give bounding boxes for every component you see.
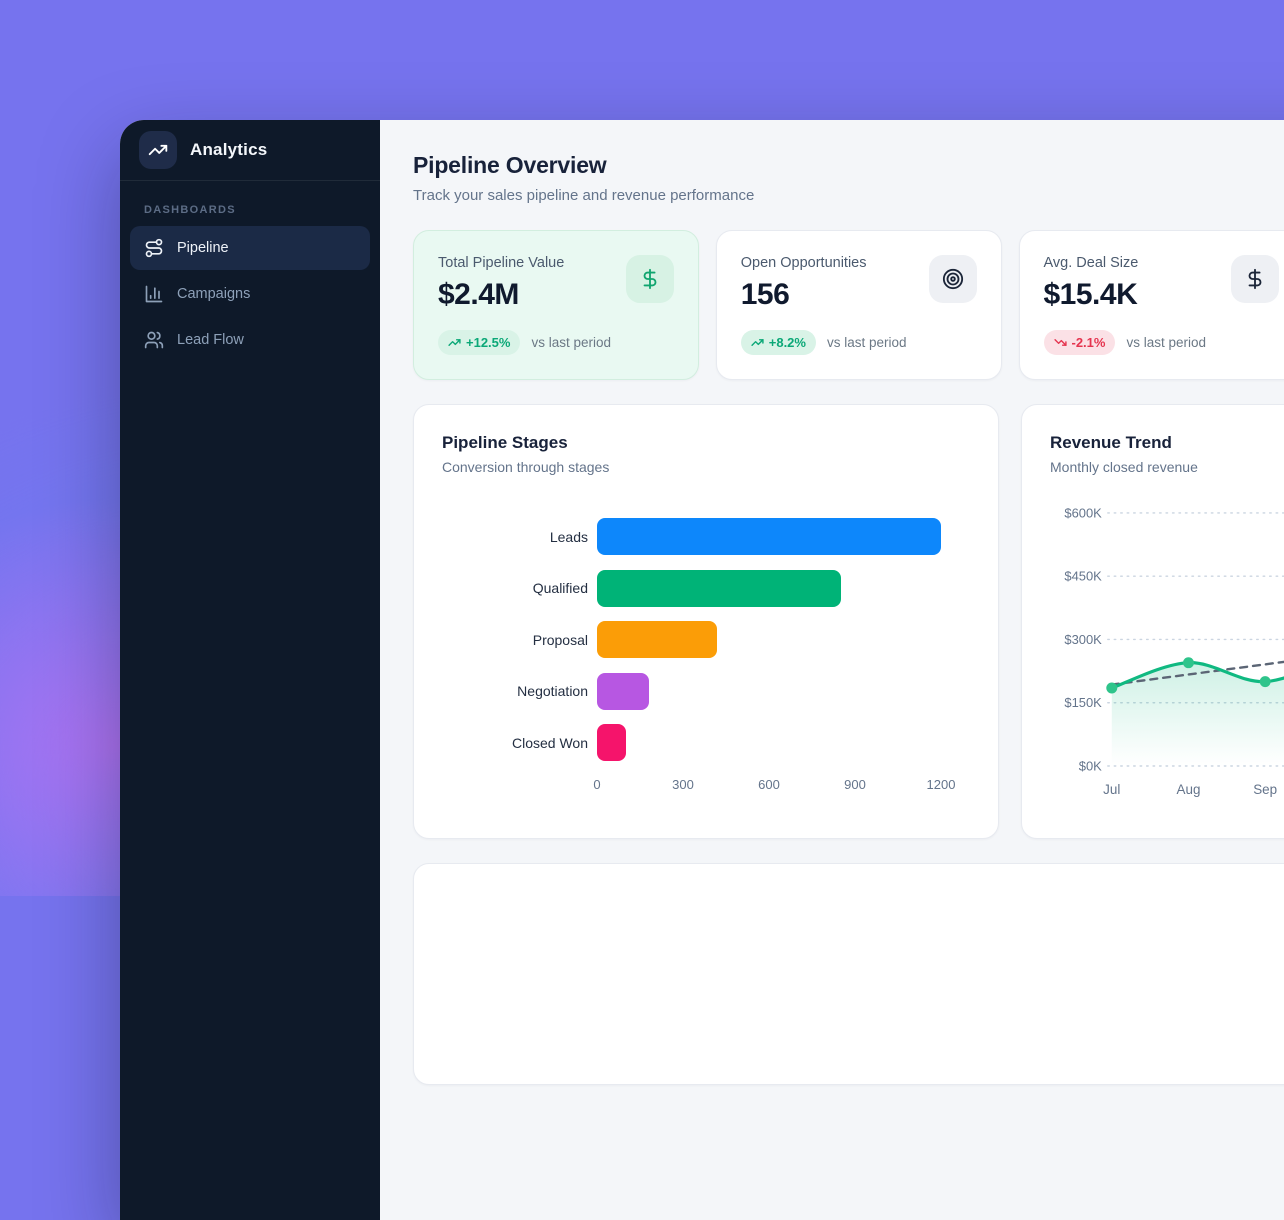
bar-chart-x-axis: 03006009001200	[597, 777, 941, 797]
bar-segment[interactable]	[597, 673, 649, 710]
pipeline-stages-chart-card: Pipeline Stages Conversion through stage…	[413, 404, 999, 839]
bar-track	[597, 570, 970, 607]
bar-track	[597, 673, 970, 710]
page-subtitle: Track your sales pipeline and revenue pe…	[413, 187, 1284, 204]
bar-category-label: Leads	[442, 528, 597, 546]
users-icon	[144, 330, 164, 350]
kpi-card-avg-deal-size: Avg. Deal Size $15.4K -2.1% vs last peri…	[1019, 230, 1284, 380]
route-icon	[144, 238, 164, 258]
delta-value: +12.5%	[466, 335, 510, 350]
sidebar-item-pipeline[interactable]: Pipeline	[130, 226, 370, 270]
bar-row: Leads	[442, 511, 970, 563]
page-title: Pipeline Overview	[413, 152, 1284, 179]
kpi-value: 156	[741, 278, 867, 312]
y-axis-tick: $450K	[1064, 569, 1102, 584]
trending-up-icon	[448, 336, 461, 349]
y-axis-tick: $0K	[1079, 758, 1102, 773]
bar-row: Negotiation	[442, 666, 970, 718]
data-point[interactable]	[1260, 676, 1271, 687]
chart-subtitle: Monthly closed revenue	[1050, 459, 1284, 475]
target-icon	[929, 255, 977, 303]
kpi-label: Total Pipeline Value	[438, 255, 564, 271]
bar-row: Qualified	[442, 563, 970, 615]
x-axis-tick: Sep	[1253, 782, 1277, 797]
app-title: Analytics	[190, 140, 267, 160]
dollar-icon	[1231, 255, 1279, 303]
delta-value: -2.1%	[1072, 335, 1106, 350]
chart-subtitle: Conversion through stages	[442, 459, 970, 475]
x-axis-tick: Aug	[1177, 782, 1201, 797]
app-logo	[139, 131, 177, 169]
chart-title: Revenue Trend	[1050, 433, 1284, 453]
kpi-note: vs last period	[1126, 335, 1206, 350]
kpi-card-open-opportunities: Open Opportunities 156 +8.2% vs last per…	[716, 230, 1002, 380]
bar-category-label: Qualified	[442, 579, 597, 597]
dollar-icon	[626, 255, 674, 303]
bar-chart: Leads Qualified Proposal Negotiation Closed …	[442, 511, 970, 769]
bar-segment[interactable]	[597, 518, 941, 555]
partial-bottom-card	[413, 863, 1284, 1085]
kpi-row: Total Pipeline Value $2.4M +12.5% vs las…	[413, 230, 1284, 380]
y-axis-tick: $300K	[1064, 632, 1102, 647]
kpi-value: $15.4K	[1044, 278, 1139, 312]
area-fill	[1112, 654, 1284, 766]
kpi-note: vs last period	[827, 335, 907, 350]
line-chart: $0K $150K $300K $450K $600K Jul Aug Sep	[1050, 505, 1284, 813]
x-axis-tick: Jul	[1103, 782, 1120, 797]
sidebar-item-lead-flow[interactable]: Lead Flow	[130, 318, 370, 362]
delta-badge: +8.2%	[741, 330, 816, 355]
bar-segment[interactable]	[597, 570, 841, 607]
bar-track	[597, 621, 970, 658]
revenue-trend-chart-card: Revenue Trend Monthly closed revenue $0K…	[1021, 404, 1284, 839]
trending-up-icon	[148, 140, 168, 160]
kpi-card-total-pipeline-value: Total Pipeline Value $2.4M +12.5% vs las…	[413, 230, 699, 380]
sidebar-item-label: Pipeline	[177, 240, 229, 256]
kpi-label: Open Opportunities	[741, 255, 867, 271]
bar-track	[597, 724, 970, 761]
bar-row: Closed Won	[442, 717, 970, 769]
delta-value: +8.2%	[769, 335, 806, 350]
sidebar-nav: Pipeline Campaigns Lead Flow	[120, 226, 380, 362]
delta-badge: +12.5%	[438, 330, 520, 355]
trending-down-icon	[1054, 336, 1067, 349]
bar-track	[597, 518, 970, 555]
bar-category-label: Proposal	[442, 631, 597, 649]
sidebar-item-label: Campaigns	[177, 286, 250, 302]
bar-row: Proposal	[442, 614, 970, 666]
y-axis-tick: $600K	[1064, 505, 1102, 520]
bar-segment[interactable]	[597, 621, 717, 658]
chart-title: Pipeline Stages	[442, 433, 970, 453]
kpi-value: $2.4M	[438, 278, 564, 312]
sidebar: Analytics DASHBOARDS Pipeline Campaigns	[120, 120, 380, 1220]
x-axis-tick: 0	[593, 777, 600, 792]
bar-chart-icon	[144, 284, 164, 304]
bar-category-label: Negotiation	[442, 682, 597, 700]
sidebar-header: Analytics	[120, 120, 380, 181]
revenue-trend-svg: $0K $150K $300K $450K $600K Jul Aug Sep	[1050, 505, 1284, 808]
sidebar-section-label: DASHBOARDS	[144, 204, 380, 216]
data-point[interactable]	[1183, 657, 1194, 668]
y-axis-tick: $150K	[1064, 695, 1102, 710]
sidebar-item-label: Lead Flow	[177, 332, 244, 348]
charts-row: Pipeline Stages Conversion through stage…	[413, 404, 1284, 839]
x-axis-tick: 900	[844, 777, 866, 792]
delta-badge: -2.1%	[1044, 330, 1116, 355]
data-point[interactable]	[1106, 683, 1117, 694]
x-axis-tick: 300	[672, 777, 694, 792]
kpi-note: vs last period	[531, 335, 611, 350]
kpi-label: Avg. Deal Size	[1044, 255, 1139, 271]
trending-up-icon	[751, 336, 764, 349]
bar-segment[interactable]	[597, 724, 626, 761]
main-content: Pipeline Overview Track your sales pipel…	[380, 120, 1284, 1220]
sidebar-item-campaigns[interactable]: Campaigns	[130, 272, 370, 316]
app-window: Analytics DASHBOARDS Pipeline Campaigns	[120, 120, 1284, 1220]
bar-category-label: Closed Won	[442, 734, 597, 752]
x-axis-tick: 600	[758, 777, 780, 792]
x-axis-tick: 1200	[927, 777, 956, 792]
